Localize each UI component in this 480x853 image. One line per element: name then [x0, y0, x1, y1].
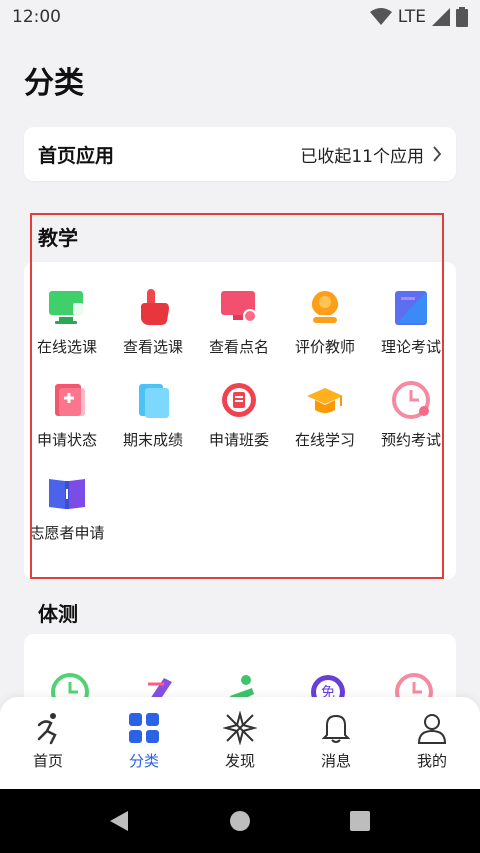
bottom-tab-bar: 首页 分类 发现 消息 我的 [0, 697, 480, 789]
cell-signal-icon [432, 8, 450, 26]
grid-item-label: 申请班委 [208, 431, 269, 449]
tab-category[interactable]: 分类 [96, 711, 192, 771]
section-title-teaching: 教学 [38, 226, 78, 250]
tab-profile[interactable]: 我的 [384, 711, 480, 771]
back-icon[interactable] [108, 809, 130, 833]
final-grades-icon [139, 384, 169, 418]
exam-appointment-clock-icon [392, 381, 430, 419]
grid-item-label: 查看点名 [208, 338, 269, 356]
runner-icon [37, 713, 57, 745]
wifi-icon [369, 8, 392, 25]
grid-item-label: 在线选课 [36, 338, 97, 356]
status-bar: 12:00 LTE [0, 0, 480, 34]
hand-pointer-icon [141, 289, 169, 325]
network-type: LTE [397, 7, 426, 27]
grid-item-label: 期末成绩 [122, 431, 183, 449]
tab-label: 首页 [32, 752, 63, 770]
screen-roll-call-icon [221, 291, 257, 323]
bell-icon [321, 714, 351, 743]
class-committee-icon [222, 383, 256, 417]
tab-discover[interactable]: 发现 [192, 711, 288, 771]
volunteer-book-icon [49, 479, 85, 509]
monitor-select-icon [49, 291, 83, 324]
compass-icon [223, 711, 257, 745]
grid-item-volunteer-application[interactable]: 志愿者申请 [24, 471, 110, 543]
status-time: 12:00 [12, 7, 61, 27]
section-title-fitness: 体测 [38, 602, 78, 626]
tab-label: 我的 [416, 752, 447, 770]
battery-icon [456, 7, 468, 27]
grid-item-label: 在线学习 [294, 431, 355, 449]
grid-item-label: 理论考试 [380, 338, 441, 356]
grid-item-apply-class-committee[interactable]: 申请班委 [196, 378, 282, 450]
teacher-rating-icon [311, 291, 339, 323]
chevron-right-icon [433, 146, 442, 162]
tab-label: 消息 [320, 752, 351, 770]
grid-item-online-course-selection[interactable]: 在线选课 [24, 285, 110, 357]
grid-item-view-course-selection[interactable]: 查看选课 [110, 285, 196, 357]
tab-home[interactable]: 首页 [0, 711, 96, 771]
grid-item-theory-exam[interactable]: 理论考试 [368, 285, 454, 357]
tab-messages[interactable]: 消息 [288, 711, 384, 771]
grid-item-final-grades[interactable]: 期末成绩 [110, 378, 196, 450]
theory-exam-icon [395, 291, 427, 325]
grid-item-online-learning[interactable]: 在线学习 [282, 378, 368, 450]
page-title: 分类 [24, 66, 84, 101]
grid-item-application-status[interactable]: 申请状态 [24, 378, 110, 450]
tab-label: 分类 [128, 752, 159, 770]
graduation-cap-icon [307, 388, 343, 413]
grid-icon [129, 713, 159, 743]
home-apps-card[interactable]: 首页应用 已收起11个应用 [24, 127, 456, 181]
grid-item-label: 查看选课 [122, 338, 183, 356]
grid-item-exam-appointment[interactable]: 预约考试 [368, 378, 454, 450]
tab-label: 发现 [224, 752, 255, 770]
grid-item-label: 申请状态 [36, 431, 97, 449]
home-apps-title: 首页应用 [38, 144, 115, 167]
system-navigation-bar [0, 789, 480, 853]
grid-item-rate-teacher[interactable]: 评价教师 [282, 285, 368, 357]
home-apps-summary-group[interactable]: 已收起11个应用 [300, 142, 442, 167]
status-icons: LTE [369, 7, 468, 27]
grid-item-label: 评价教师 [294, 338, 355, 356]
home-circle-icon[interactable] [229, 810, 251, 832]
grid-item-view-roll-call[interactable]: 查看点名 [196, 285, 282, 357]
recents-square-icon[interactable] [350, 811, 370, 831]
home-apps-summary: 已收起11个应用 [300, 146, 424, 167]
application-status-icon [55, 384, 85, 416]
user-icon [417, 714, 447, 744]
grid-item-label: 志愿者申请 [29, 524, 105, 542]
grid-item-label: 预约考试 [380, 431, 441, 449]
